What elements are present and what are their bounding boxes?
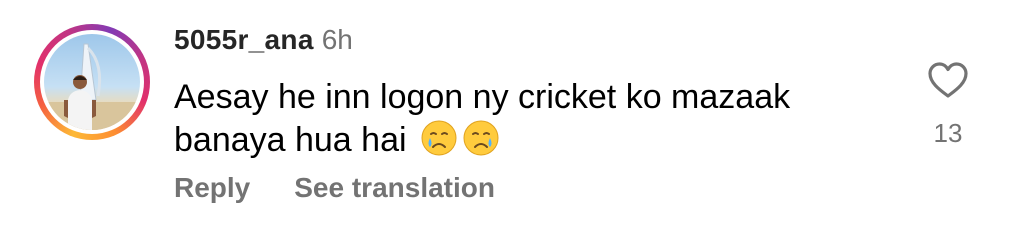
comment-header: 5055r_ana 6h <box>174 22 353 58</box>
comment-actions: Reply See translation <box>174 170 495 206</box>
reply-button[interactable]: Reply <box>174 172 250 203</box>
avatar-photo <box>44 43 140 130</box>
like-count: 13 <box>933 118 963 148</box>
story-ring[interactable] <box>34 24 150 140</box>
comment-timestamp: 6h <box>321 24 353 55</box>
username-link[interactable]: 5055r_ana <box>174 24 314 55</box>
crying-face-emoji <box>420 119 458 168</box>
comment-body: Aesay he inn logon ny cricket ko mazaak … <box>174 76 894 168</box>
avatar[interactable] <box>44 34 140 130</box>
crying-face-emoji <box>462 119 500 168</box>
like-button[interactable] <box>926 60 970 105</box>
see-translation-button[interactable]: See translation <box>294 172 495 203</box>
comment-item: 5055r_ana 6h Aesay he inn logon ny cricke… <box>0 0 1024 250</box>
heart-outline-icon <box>928 62 968 98</box>
avatar-border <box>40 30 144 134</box>
